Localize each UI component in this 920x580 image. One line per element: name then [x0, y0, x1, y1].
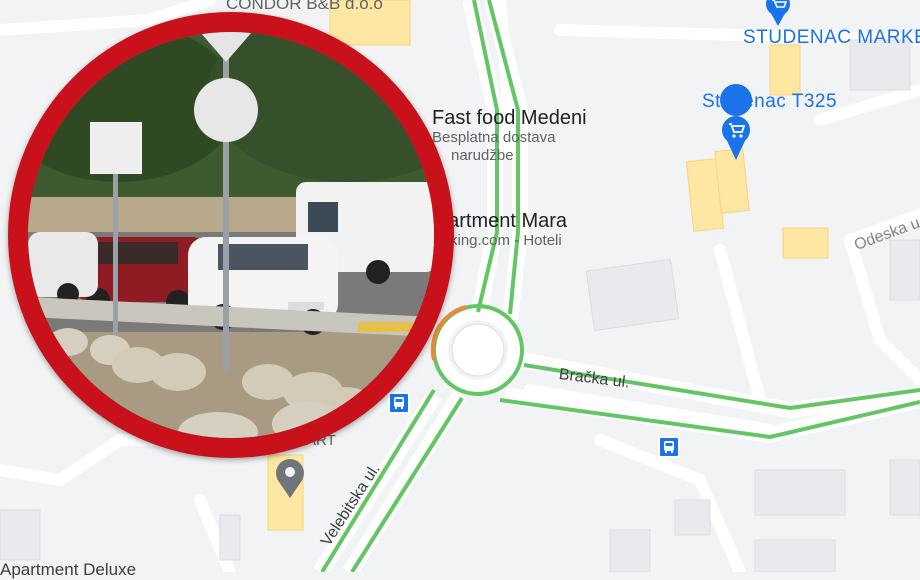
place-mara-title[interactable]: partment Mara [437, 210, 567, 233]
place-studenac-market-label[interactable]: STUDENAC MARKE [743, 27, 920, 49]
street-photo [28, 32, 434, 438]
shopping-cart-pin-icon [766, 0, 790, 26]
street-photo-inset [8, 12, 454, 458]
place-mara-subtitle: king.com - Hoteli [450, 232, 562, 249]
place-deluxe-label[interactable]: Apartment Deluxe [0, 560, 136, 580]
place-medeni-line1: Besplatna dostava [432, 129, 556, 146]
place-medeni-title[interactable]: Fast food Medeni [432, 107, 587, 130]
roundabout-center [451, 323, 505, 377]
place-medeni-line2: narudžbe [451, 147, 514, 164]
bus-stop-icon[interactable] [388, 392, 410, 414]
place-studenac-t325-label[interactable]: Studenac T325 [702, 91, 837, 113]
bus-stop-icon[interactable] [658, 436, 680, 458]
